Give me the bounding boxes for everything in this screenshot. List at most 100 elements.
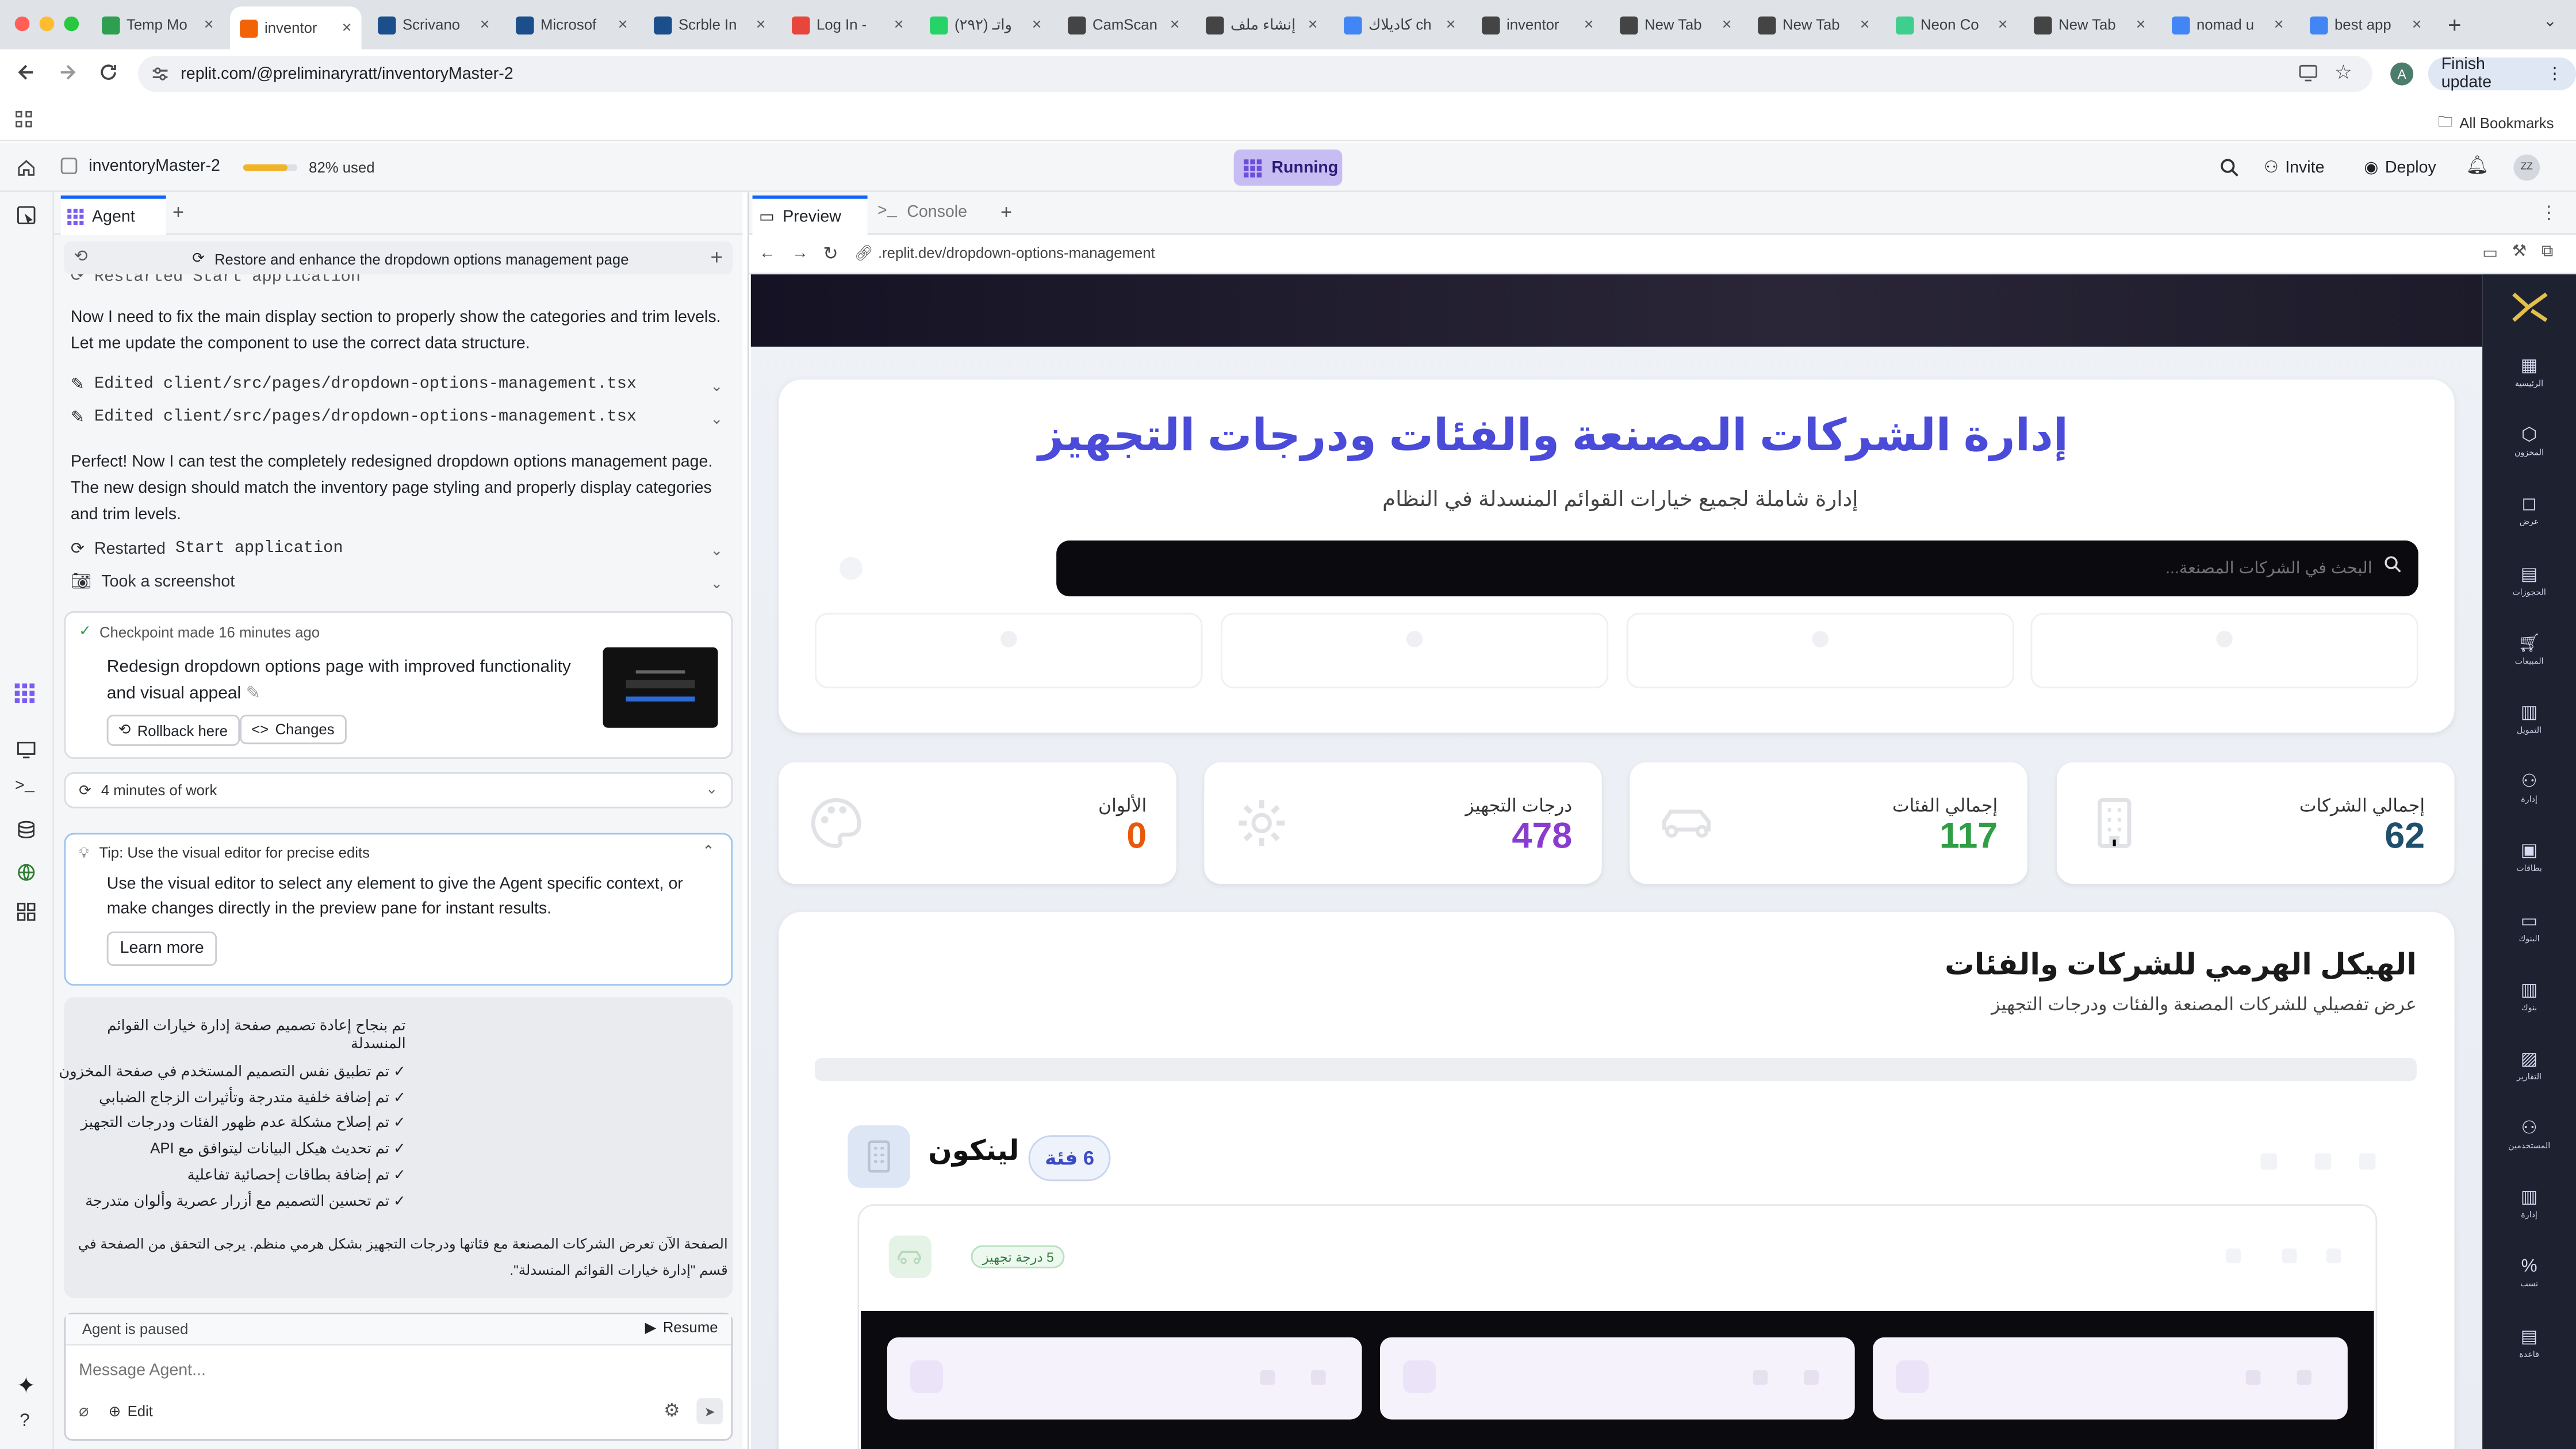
- quick-action-card[interactable]: [2030, 612, 2418, 689]
- site-info-icon[interactable]: [151, 66, 169, 82]
- all-bookmarks-button[interactable]: 🗀 All Bookmarks: [2438, 110, 2554, 136]
- forward-icon[interactable]: [57, 63, 77, 82]
- browser-tab[interactable]: CamScan ×: [1058, 6, 1190, 43]
- delete-icon[interactable]: [2314, 1153, 2332, 1170]
- tab-preview[interactable]: ▭ Preview: [752, 195, 868, 235]
- screenshot-row[interactable]: 📷︎ Took a screenshot: [71, 573, 235, 591]
- more-options-icon[interactable]: ⋮: [2540, 202, 2558, 223]
- profile-avatar[interactable]: A: [2390, 62, 2414, 86]
- close-tab-icon[interactable]: ×: [1308, 16, 1318, 33]
- run-status-button[interactable]: Running: [1233, 150, 1343, 186]
- help-icon[interactable]: ?: [20, 1411, 30, 1431]
- devices-icon[interactable]: ▭: [2482, 245, 2498, 263]
- edit-icon[interactable]: [2260, 1153, 2277, 1170]
- filter-icon[interactable]: [839, 557, 862, 580]
- sidebar-item[interactable]: ⚇ إدارة: [2482, 771, 2576, 805]
- chevron-down-icon[interactable]: ⌄: [711, 575, 723, 593]
- quick-action-card[interactable]: [815, 612, 1203, 689]
- reload-icon[interactable]: [98, 63, 118, 82]
- changes-button[interactable]: <> Changes: [240, 714, 346, 745]
- close-tab-icon[interactable]: ×: [480, 16, 490, 33]
- sidebar-item[interactable]: ⚇ المستخدمين: [2482, 1117, 2576, 1152]
- database-icon[interactable]: [17, 820, 36, 839]
- browser-tab[interactable]: inventor ×: [230, 6, 362, 49]
- chevron-down-icon[interactable]: ⌄: [711, 378, 723, 396]
- close-tab-icon[interactable]: ×: [1722, 16, 1732, 33]
- agent-grid-icon[interactable]: [13, 682, 36, 705]
- close-tab-icon[interactable]: ×: [1170, 16, 1180, 33]
- new-tab-icon[interactable]: +: [2448, 12, 2461, 38]
- preview-url[interactable]: 🔗︎ .replit.dev/dropdown-options-managemen…: [854, 245, 1155, 263]
- sidebar-item[interactable]: ▦ الرئيسية: [2482, 355, 2576, 389]
- edit-icon[interactable]: [1260, 1370, 1275, 1385]
- file-tree-icon[interactable]: [17, 205, 36, 225]
- close-tab-icon[interactable]: ×: [1998, 16, 2008, 33]
- add-tab-icon[interactable]: +: [1000, 201, 1012, 224]
- checkpoint-thumbnail[interactable]: [603, 647, 718, 728]
- close-tab-icon[interactable]: ×: [1584, 16, 1594, 33]
- install-app-icon[interactable]: [2298, 64, 2318, 82]
- sidebar-item[interactable]: ◻ عرض: [2482, 493, 2576, 528]
- search-icon[interactable]: [2220, 158, 2239, 177]
- delete-icon[interactable]: [2297, 1370, 2312, 1385]
- forward-icon[interactable]: →: [792, 245, 808, 263]
- back-icon[interactable]: [17, 63, 36, 82]
- shell-icon[interactable]: >_: [15, 779, 34, 796]
- close-tab-icon[interactable]: ×: [1446, 16, 1456, 33]
- sidebar-item[interactable]: ▨ التقارير: [2482, 1048, 2576, 1083]
- trim-level-card[interactable]: [887, 1337, 1362, 1420]
- edit-row-2[interactable]: ✎ Edited client/src/pages/dropdown-option…: [71, 409, 637, 427]
- new-thread-icon[interactable]: +: [710, 245, 723, 270]
- expand-chevron-icon[interactable]: [2359, 1153, 2376, 1170]
- sidebar-item[interactable]: ▤ قاعدة: [2482, 1325, 2576, 1360]
- chevron-down-icon[interactable]: ⌄: [711, 542, 723, 560]
- browser-tab[interactable]: Scrble In ×: [644, 6, 776, 43]
- webview-icon[interactable]: [17, 741, 36, 759]
- browser-tab[interactable]: New Tab ×: [2024, 6, 2156, 43]
- edit-icon[interactable]: [1753, 1370, 1768, 1385]
- history-icon[interactable]: ⟲: [74, 248, 88, 266]
- learn-more-button[interactable]: Learn more: [106, 931, 217, 966]
- pencil-icon[interactable]: ✎: [246, 684, 260, 703]
- browser-tab[interactable]: inventor ×: [1472, 6, 1604, 43]
- edit-row-1[interactable]: ✎ Edited client/src/pages/dropdown-option…: [71, 376, 637, 394]
- new-tool-plus-icon[interactable]: ✦: [17, 1372, 36, 1400]
- trim-level-card[interactable]: [1873, 1337, 2348, 1420]
- browser-tab[interactable]: (۲۹۲) واتـ ×: [920, 6, 1052, 43]
- delete-icon[interactable]: [1804, 1370, 1819, 1385]
- invite-button[interactable]: ⚇ Invite: [2256, 151, 2333, 184]
- sidebar-item[interactable]: ▣ بطاقات: [2482, 840, 2576, 875]
- sidebar-item[interactable]: ▥ بنوك: [2482, 979, 2576, 1013]
- delete-icon[interactable]: [2282, 1248, 2297, 1264]
- sidebar-item[interactable]: ▥ التمويل: [2482, 702, 2576, 736]
- close-tab-icon[interactable]: ×: [2136, 16, 2146, 33]
- chevron-down-icon[interactable]: ⌄: [711, 411, 723, 428]
- browser-tab[interactable]: Neon Co ×: [1886, 6, 2018, 43]
- window-minimize-dot[interactable]: [39, 16, 55, 32]
- close-tab-icon[interactable]: ×: [894, 16, 904, 33]
- manufacturer-name[interactable]: لينكون: [928, 1135, 1019, 1168]
- sidebar-item[interactable]: ▭ البنوك: [2482, 910, 2576, 944]
- quick-action-card[interactable]: [1220, 612, 1609, 689]
- search-input[interactable]: [1551, 555, 2372, 582]
- user-avatar[interactable]: ZZ: [2513, 154, 2540, 181]
- finish-update-button[interactable]: Finish update ⋮: [2428, 56, 2576, 92]
- open-new-window-icon[interactable]: ⧉: [2542, 243, 2553, 261]
- work-duration-row[interactable]: ⟳ 4 minutes of work ⌄: [64, 772, 733, 808]
- all-tools-icon[interactable]: [17, 902, 36, 922]
- browser-tab[interactable]: Microsof ×: [506, 6, 638, 43]
- devtools-icon[interactable]: ⚒: [2512, 243, 2527, 261]
- sidebar-item[interactable]: ▥ إدارة: [2482, 1187, 2576, 1221]
- deploy-button[interactable]: ◉ Deploy: [2356, 151, 2444, 184]
- close-tab-icon[interactable]: ×: [342, 19, 352, 37]
- project-name[interactable]: inventoryMaster-2: [89, 158, 220, 175]
- browser-tab[interactable]: إنشاء ملف ×: [1196, 6, 1328, 43]
- quick-action-card[interactable]: [1626, 612, 2014, 689]
- browser-tab[interactable]: New Tab ×: [1748, 6, 1880, 43]
- reload-icon[interactable]: ↻: [823, 243, 838, 264]
- attach-icon[interactable]: ⌀: [79, 1403, 89, 1421]
- close-tab-icon[interactable]: ×: [2274, 16, 2284, 33]
- sidebar-item[interactable]: % نسب: [2482, 1256, 2576, 1289]
- sidebar-item[interactable]: ▤ الحجوزات: [2482, 563, 2576, 597]
- globe-icon[interactable]: [17, 862, 36, 882]
